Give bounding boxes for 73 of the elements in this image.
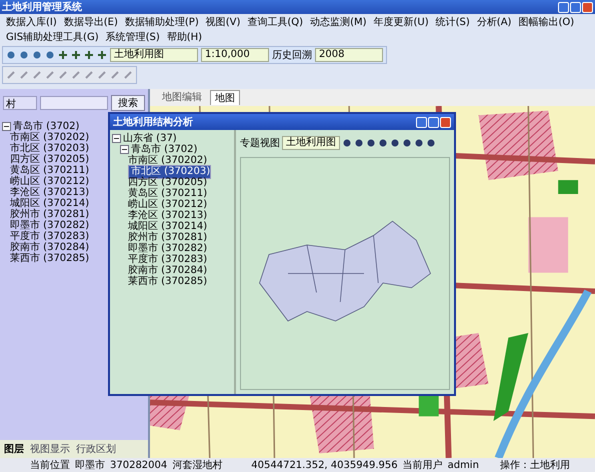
tree-item[interactable]: 青岛市 (3702)	[131, 144, 198, 156]
tree-item[interactable]: 即墨市 (370282)	[10, 220, 90, 232]
coordinates: 40544721.352, 4035949.956	[251, 460, 398, 470]
tree-item[interactable]: 胶南市 (370284)	[10, 242, 90, 254]
location-label: 当前位置	[30, 458, 70, 472]
tree-item[interactable]: 四方区 (370205)	[10, 154, 90, 166]
tree-item[interactable]: 崂山区 (370212)	[10, 176, 90, 188]
tree-item[interactable]: 黄岛区 (370211)	[128, 188, 208, 200]
menu-item[interactable]: 动态监测(M)	[310, 15, 367, 29]
menu-item[interactable]: 数据入库(I)	[6, 15, 57, 29]
scale-dropdown[interactable]: 1:10,000	[201, 48, 269, 62]
tree-item[interactable]: 山东省 (37)	[123, 132, 177, 144]
type-dropdown[interactable]: 村	[3, 96, 37, 110]
maximize-button[interactable]	[570, 2, 581, 12]
menu-item[interactable]: 分析(A)	[476, 15, 512, 29]
menu-item[interactable]: GIS辅助处理工具(G)	[6, 30, 99, 44]
panel-tab[interactable]: 图层	[4, 442, 24, 456]
tree-item[interactable]: 胶州市 (370281)	[10, 208, 90, 220]
tree-item[interactable]: 市南区 (370202)	[128, 154, 208, 166]
tree-item[interactable]: 市南区 (370202)	[10, 132, 90, 144]
panel-tab[interactable]: 视图显示	[30, 442, 70, 456]
tree-item[interactable]: 市北区 (370203)	[10, 142, 90, 154]
tree-item[interactable]: 崂山区 (370212)	[128, 198, 208, 210]
menu-item[interactable]: 系统管理(S)	[106, 30, 160, 44]
close-button[interactable]	[440, 116, 451, 128]
close-button[interactable]	[582, 2, 593, 12]
location-code: 370282004	[110, 460, 168, 470]
tree-item[interactable]: 青岛市 (3702)	[13, 120, 80, 132]
view-dropdown[interactable]: 土地利用图	[282, 136, 340, 150]
map-tab[interactable]: 地图编辑	[158, 90, 206, 105]
search-field[interactable]	[40, 96, 108, 110]
operation-text: 操作：土地利用	[500, 458, 570, 472]
tree-item[interactable]: 城阳区 (370214)	[10, 198, 90, 210]
tree-item[interactable]: 胶州市 (370281)	[128, 232, 208, 244]
collapse-toggle[interactable]	[120, 145, 129, 154]
tree-item[interactable]: 胶南市 (370284)	[128, 264, 208, 276]
window-title: 土地利用管理系统	[2, 0, 82, 14]
minimize-button[interactable]	[416, 116, 427, 128]
tree-item[interactable]: 四方区 (370205)	[128, 176, 208, 188]
menu-item[interactable]: 年度更新(U)	[374, 15, 429, 29]
minimize-button[interactable]	[558, 2, 569, 12]
map-tab[interactable]: 地图	[210, 90, 240, 105]
menu-item[interactable]: 统计(S)	[436, 15, 470, 29]
tree-item[interactable]: 李沧区 (370213)	[128, 210, 208, 222]
layer-dropdown[interactable]: 土地利用图	[110, 48, 198, 62]
menu-item[interactable]: 查询工具(Q)	[247, 15, 304, 29]
menu-item[interactable]: 数据导出(E)	[64, 15, 118, 29]
menu-item[interactable]: 图幅输出(O)	[518, 15, 574, 29]
maximize-button[interactable]	[428, 116, 439, 128]
tree-item[interactable]: 李沧区 (370213)	[10, 186, 90, 198]
panel-tab[interactable]: 行政区划	[76, 442, 116, 456]
view-label: 专题视图	[240, 136, 280, 150]
collapse-toggle[interactable]	[2, 122, 11, 131]
tree-item[interactable]: 平度市 (370283)	[10, 230, 90, 242]
tree-item[interactable]: 黄岛区 (370211)	[10, 164, 90, 176]
tree-item[interactable]: 即墨市 (370282)	[128, 242, 208, 254]
history-label: 历史回溯	[272, 48, 312, 62]
tree-item[interactable]: 城阳区 (370214)	[128, 220, 208, 232]
menu-item[interactable]: 帮助(H)	[166, 30, 202, 44]
location-village: 河套湿地村	[172, 458, 222, 472]
tree-item[interactable]: 市北区 (370203)	[128, 164, 212, 178]
tree-item[interactable]: 莱西市 (370285)	[128, 276, 208, 288]
collapse-toggle[interactable]	[112, 134, 121, 143]
history-dropdown[interactable]: 2008	[315, 48, 383, 62]
search-button[interactable]: 搜索	[111, 95, 145, 111]
tree-item[interactable]: 莱西市 (370285)	[10, 252, 90, 264]
tree-item[interactable]: 平度市 (370283)	[128, 254, 208, 266]
menu-item[interactable]: 视图(V)	[206, 15, 240, 29]
user-label: 当前用户	[402, 458, 443, 472]
location-city: 即墨市	[75, 458, 105, 472]
menu-item[interactable]: 数据辅助处理(P)	[124, 15, 199, 29]
dialog-title: 土地利用结构分析	[113, 116, 193, 129]
user-name: admin	[448, 460, 479, 470]
